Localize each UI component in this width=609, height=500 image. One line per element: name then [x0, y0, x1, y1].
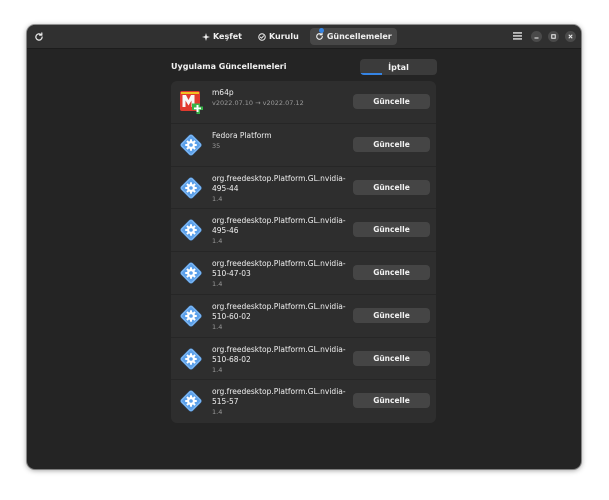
- list-item: org.freedesktop.Platform.GL.nvidia-510-4…: [171, 252, 436, 295]
- app-version: 35: [212, 141, 221, 150]
- app-version: 1.4: [212, 280, 223, 288]
- refresh-button[interactable]: [32, 30, 45, 43]
- app-name: org.freedesktop.Platform.GL.nvidia-510-4…: [212, 259, 346, 278]
- updates-list: m64p v2022.07.10 → v2022.07.12 Güncelle …: [171, 81, 436, 423]
- refresh-updates-icon: [315, 32, 324, 41]
- refresh-icon: [34, 31, 43, 41]
- list-item: org.freedesktop.Platform.GL.nvidia-495-4…: [171, 209, 436, 252]
- list-item: m64p v2022.07.10 → v2022.07.12 Güncelle: [171, 81, 436, 124]
- update-button[interactable]: Güncelle: [353, 179, 430, 195]
- tab-installed[interactable]: Kurulu: [253, 28, 304, 45]
- m64p-icon: [178, 89, 204, 115]
- list-item: Fedora Platform 35 Güncelle: [171, 124, 436, 167]
- update-button[interactable]: Güncelle: [353, 94, 430, 109]
- runtime-gear-icon: [178, 217, 204, 243]
- update-button[interactable]: Güncelle: [353, 307, 430, 323]
- cancel-button[interactable]: İptal: [360, 59, 437, 75]
- check-circle-icon: [258, 32, 266, 41]
- list-item: org.freedesktop.Platform.GL.nvidia-515-5…: [171, 380, 436, 423]
- header-bar: Keşfet Kurulu Güncellemeler: [27, 25, 581, 49]
- minimize-button[interactable]: [531, 31, 542, 42]
- tab-label: Güncellemeler: [326, 32, 392, 41]
- view-switcher: Keşfet Kurulu Güncellemeler: [197, 28, 403, 45]
- update-button[interactable]: Güncelle: [353, 350, 430, 366]
- maximize-button[interactable]: [548, 31, 559, 42]
- tab-label: Keşfet: [213, 32, 242, 41]
- app-name: org.freedesktop.Platform.GL.nvidia-510-6…: [212, 344, 346, 364]
- runtime-gear-icon: [178, 175, 204, 201]
- star-icon: [202, 32, 210, 41]
- update-progress-bar: [360, 73, 382, 75]
- list-item: org.freedesktop.Platform.GL.nvidia-495-4…: [171, 167, 436, 210]
- update-button[interactable]: Güncelle: [353, 393, 430, 409]
- runtime-gear-icon: [178, 260, 204, 286]
- tab-label: Kurulu: [268, 32, 299, 41]
- runtime-gear-icon: [178, 346, 204, 372]
- updates-badge: [318, 28, 324, 33]
- runtime-gear-icon: [178, 132, 204, 158]
- close-button[interactable]: [565, 31, 576, 42]
- app-version: 1.4: [212, 237, 223, 246]
- list-item: org.freedesktop.Platform.GL.nvidia-510-6…: [171, 338, 436, 381]
- list-item: org.freedesktop.Platform.GL.nvidia-510-6…: [171, 295, 436, 338]
- update-button[interactable]: Güncelle: [353, 136, 430, 152]
- app-version: v2022.07.10 → v2022.07.12: [212, 99, 304, 107]
- maximize-icon: [551, 34, 556, 39]
- app-version: 1.4: [212, 365, 223, 374]
- tab-explore[interactable]: Keşfet: [197, 28, 247, 45]
- app-name: org.freedesktop.Platform.GL.nvidia-495-4…: [212, 216, 346, 236]
- app-version: 1.4: [212, 322, 223, 331]
- hamburger-menu-icon: [512, 32, 522, 40]
- app-name: org.freedesktop.Platform.GL.nvidia-515-5…: [212, 387, 346, 407]
- update-button[interactable]: Güncelle: [353, 222, 430, 238]
- app-version: 1.4: [212, 194, 223, 203]
- app-name: m64p: [212, 88, 234, 97]
- main-menu-button[interactable]: [511, 30, 523, 42]
- app-name: org.freedesktop.Platform.GL.nvidia-510-6…: [212, 301, 346, 321]
- update-button[interactable]: Güncelle: [353, 265, 430, 280]
- updates-section-title: Uygulama Güncellemeleri: [171, 62, 287, 71]
- software-window: Keşfet Kurulu Güncellemeler Uygulama Gün…: [27, 25, 581, 469]
- app-name: org.freedesktop.Platform.GL.nvidia-495-4…: [212, 173, 346, 193]
- tab-updates[interactable]: Güncellemeler: [309, 28, 397, 45]
- cancel-label: İptal: [388, 62, 409, 72]
- runtime-gear-icon: [178, 388, 204, 414]
- close-icon: [568, 34, 573, 39]
- runtime-gear-icon: [178, 303, 204, 329]
- minimize-icon: [534, 37, 539, 39]
- app-version: 1.4: [212, 408, 223, 417]
- app-name: Fedora Platform: [212, 130, 272, 140]
